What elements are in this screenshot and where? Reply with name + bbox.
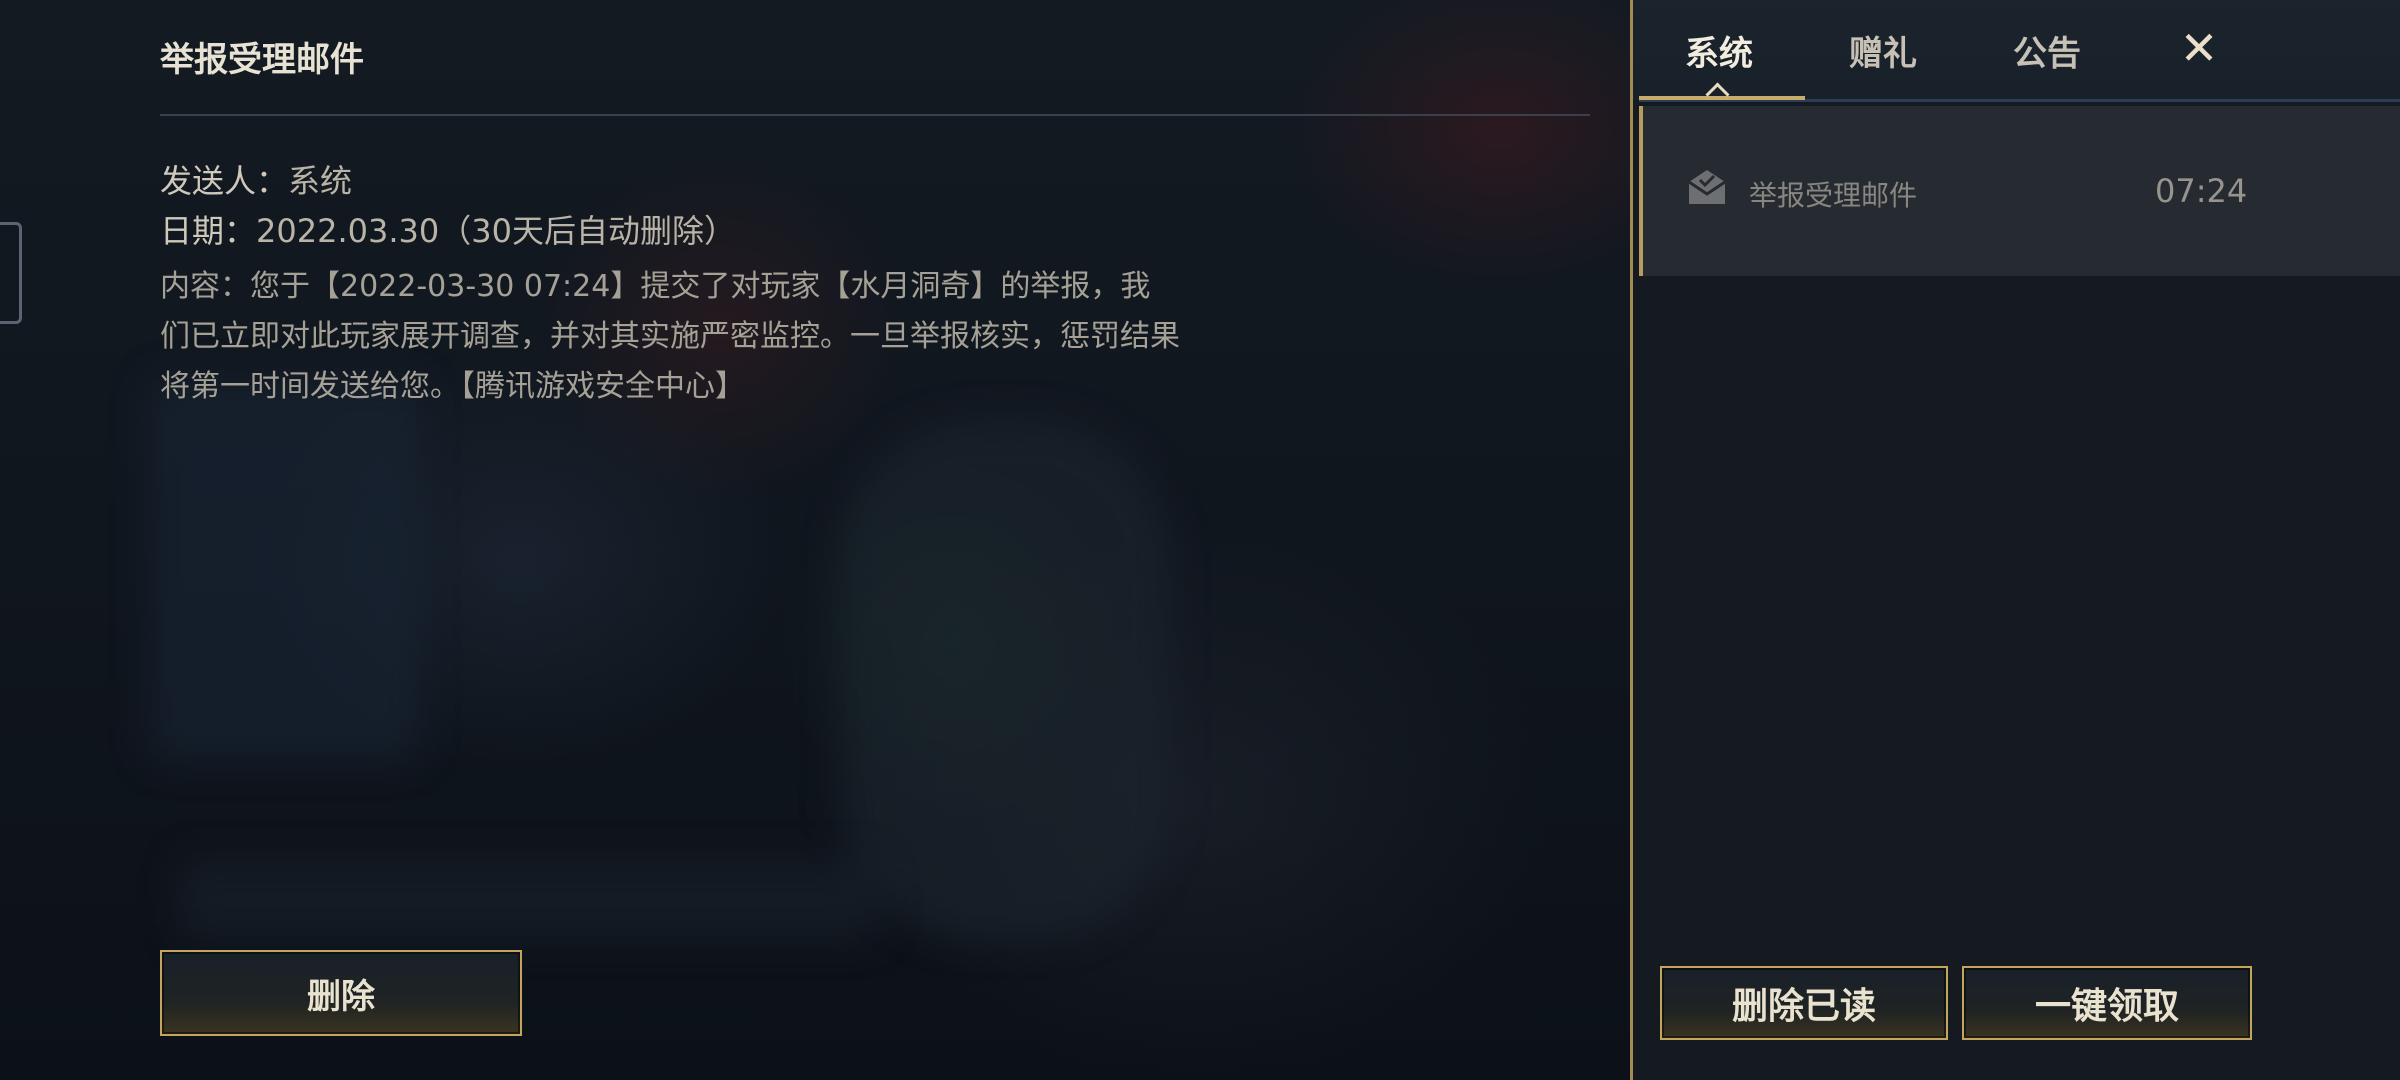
mail-content: 内容：您于【2022-03-30 07:24】提交了对玩家【水月洞奇】的举报，我… [160, 262, 1260, 412]
mail-open-icon [1688, 170, 1726, 204]
date-value: 2022.03.30（30天后自动删除） [256, 212, 736, 250]
sender-line: 发送人：系统 [160, 156, 352, 202]
mail-list-item[interactable]: 举报受理邮件 07:24 [1639, 106, 2400, 276]
tab-gift[interactable]: 赠礼 [1849, 26, 1917, 75]
mail-item-time: 07:24 [2155, 172, 2248, 210]
tab-caret-icon [1705, 82, 1730, 107]
date-label: 日期： [160, 212, 257, 250]
tab-notice[interactable]: 公告 [2013, 26, 2081, 75]
sender-value: 系统 [288, 162, 353, 200]
close-button[interactable]: ✕ [2173, 18, 2225, 78]
delete-button[interactable]: 删除 [160, 950, 522, 1036]
content-label: 内容： [160, 269, 250, 304]
content-line: 内容：您于【2022-03-30 07:24】提交了对玩家【水月洞奇】的举报，我 [160, 269, 1151, 304]
sender-label: 发送人： [160, 162, 289, 200]
collect-all-button[interactable]: 一键领取 [1962, 966, 2252, 1040]
title-divider [160, 114, 1590, 116]
tab-system[interactable]: 系统 [1685, 26, 1753, 75]
mail-detail: 举报受理邮件 发送人：系统 日期：2022.03.30（30天后自动删除） 内容… [160, 0, 1590, 1080]
date-line: 日期：2022.03.30（30天后自动删除） [160, 206, 736, 252]
edge-frame-icon [0, 222, 22, 324]
mail-item-subject: 举报受理邮件 [1749, 179, 1918, 212]
mail-list-panel: 系统 赠礼 公告 ✕ 举报受理邮件 07:24 [1630, 0, 2400, 1080]
content-line: 将第一时间发送给您。【腾讯游戏安全中心】 [160, 369, 745, 404]
close-icon: ✕ [2179, 21, 2219, 75]
content-line: 们已立即对此玩家展开调查，并对其实施严密监控。一旦举报核实，惩罚结果 [160, 319, 1180, 354]
mail-screen: 举报受理邮件 发送人：系统 日期：2022.03.30（30天后自动删除） 内容… [0, 0, 2400, 1080]
mail-title: 举报受理邮件 [160, 40, 364, 80]
selected-accent [1639, 106, 1643, 276]
mail-tabs: 系统 赠礼 公告 ✕ [1633, 0, 2400, 107]
delete-read-button[interactable]: 删除已读 [1660, 966, 1948, 1040]
